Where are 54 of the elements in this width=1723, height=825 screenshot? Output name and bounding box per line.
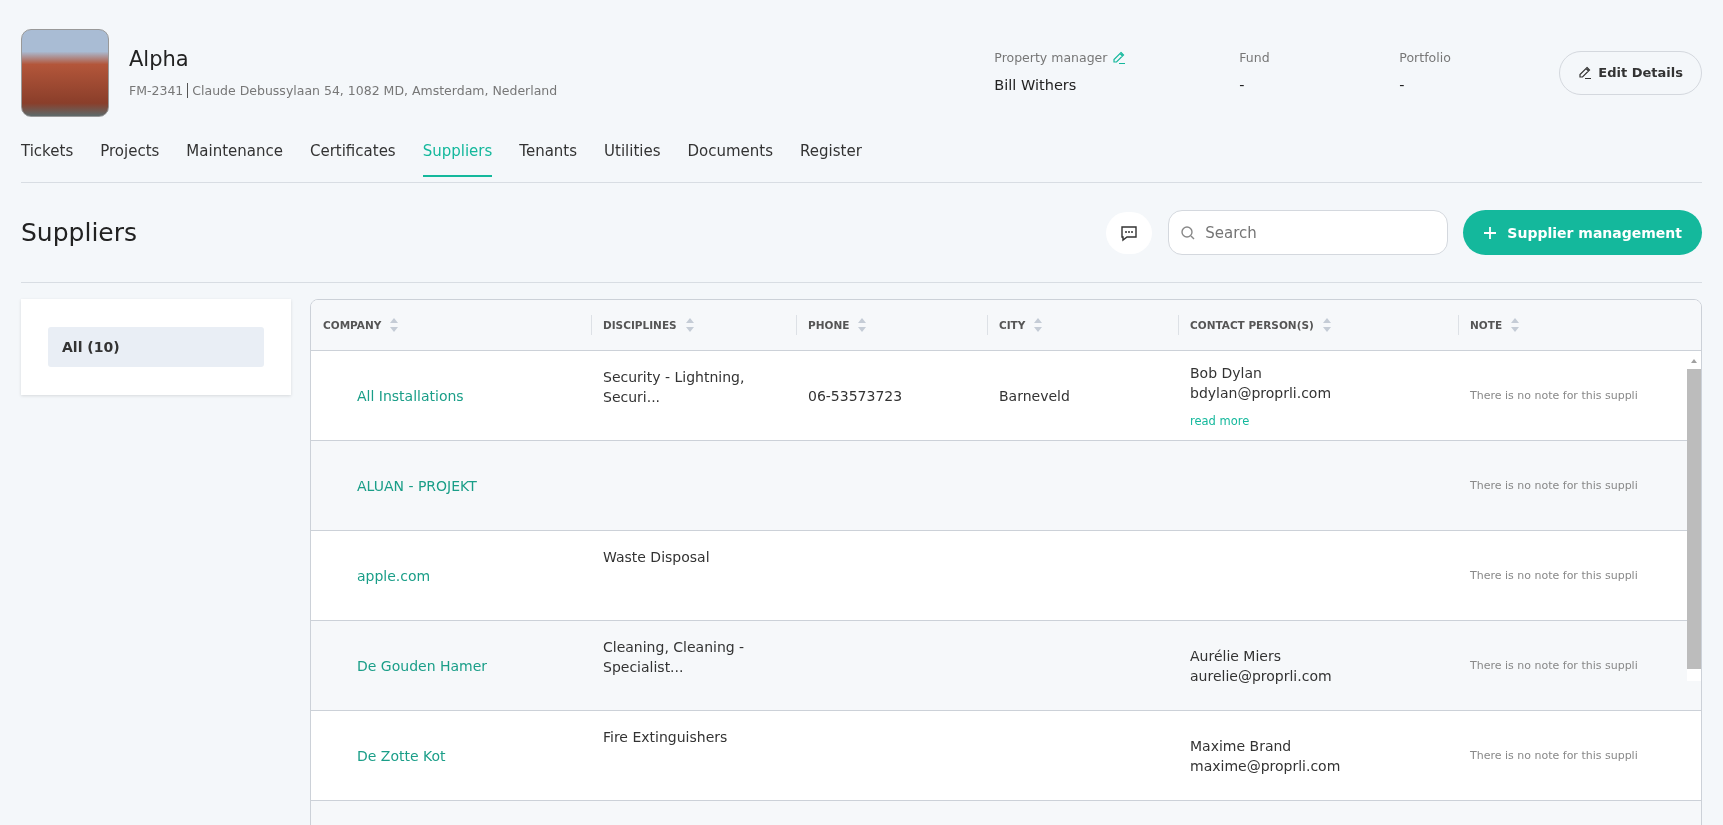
column-header[interactable]: DISCIPLINES [603,319,677,331]
disciplines-cell-text: Cleaning, Cleaning - Specialist... [603,638,746,677]
nav-tab[interactable]: Certificates [309,137,396,177]
nav-tab[interactable]: Utilities [604,137,661,177]
disciplines-cell-text: Fire Extinguishers [603,728,729,747]
contact-line: bdylan@proprli.com [1190,383,1332,403]
note-cell: There is no note for this suppli [1470,569,1638,582]
contact-line: Bob Dylan [1190,363,1262,383]
sort-icon[interactable] [684,317,695,333]
column-header[interactable]: PHONE [808,319,850,331]
contact-line: Maxime Brand [1190,736,1292,756]
city-cell: Barneveld [999,387,1070,404]
disciplines-cell-text: Security - Lightning, Securi... [603,368,746,407]
nav-tab[interactable]: Maintenance [186,137,283,177]
page-title: Suppliers [21,218,139,247]
contact-line: maxime@proprli.com [1190,756,1341,776]
search-field[interactable]: Search [1168,210,1449,255]
sort-icon[interactable] [1033,317,1044,333]
disciplines-cell-text: Waste Disposal [603,548,711,567]
note-cell: There is no note for this suppli [1470,479,1638,492]
nav-tab[interactable]: Tickets [21,137,74,177]
plus-icon [1483,225,1498,240]
meta-value: Bill Withers [994,77,1078,93]
column-header[interactable]: CITY [999,319,1026,331]
filter-item[interactable]: All (10) [48,327,264,367]
nav-tab[interactable]: Register [800,137,862,177]
note-cell: There is no note for this suppli [1470,749,1638,762]
property-address: Claude Debussylaan 54, 1082 MD, Amsterdam, Nederland [192,83,558,98]
meta-label: Fund [1239,50,1270,65]
pencil-icon [1578,65,1593,80]
property-name: Alpha [129,47,190,71]
column-header[interactable]: NOTE [1470,319,1503,331]
sort-icon[interactable] [1510,317,1521,333]
note-cell: There is no note for this suppli [1470,389,1638,402]
meta-value: - [1239,77,1246,93]
phone-cell: 06-53573723 [808,387,903,404]
edit-pencil-icon[interactable] [1112,50,1127,65]
contact-line: Aurélie Miers [1190,646,1281,666]
sort-icon[interactable] [389,317,400,333]
property-code: FM-2341 [129,83,184,98]
sort-icon[interactable] [857,317,868,333]
meta-label: Portfolio [1399,50,1451,65]
note-cell: There is no note for this suppli [1470,659,1638,672]
column-header[interactable]: COMPANY [323,319,382,331]
nav-tab[interactable]: Projects [100,137,160,177]
column-header[interactable]: CONTACT PERSON(S) [1190,319,1314,331]
nav-tab[interactable]: Documents [687,137,774,177]
contact-line: aurelie@proprli.com [1190,666,1332,686]
separator-bar [187,83,189,98]
sort-icon[interactable] [1321,317,1332,333]
nav-tab[interactable]: Tenants [519,137,578,177]
meta-value: - [1399,77,1406,93]
meta-label: Property manager [994,50,1108,65]
chat-button[interactable] [1106,211,1153,254]
